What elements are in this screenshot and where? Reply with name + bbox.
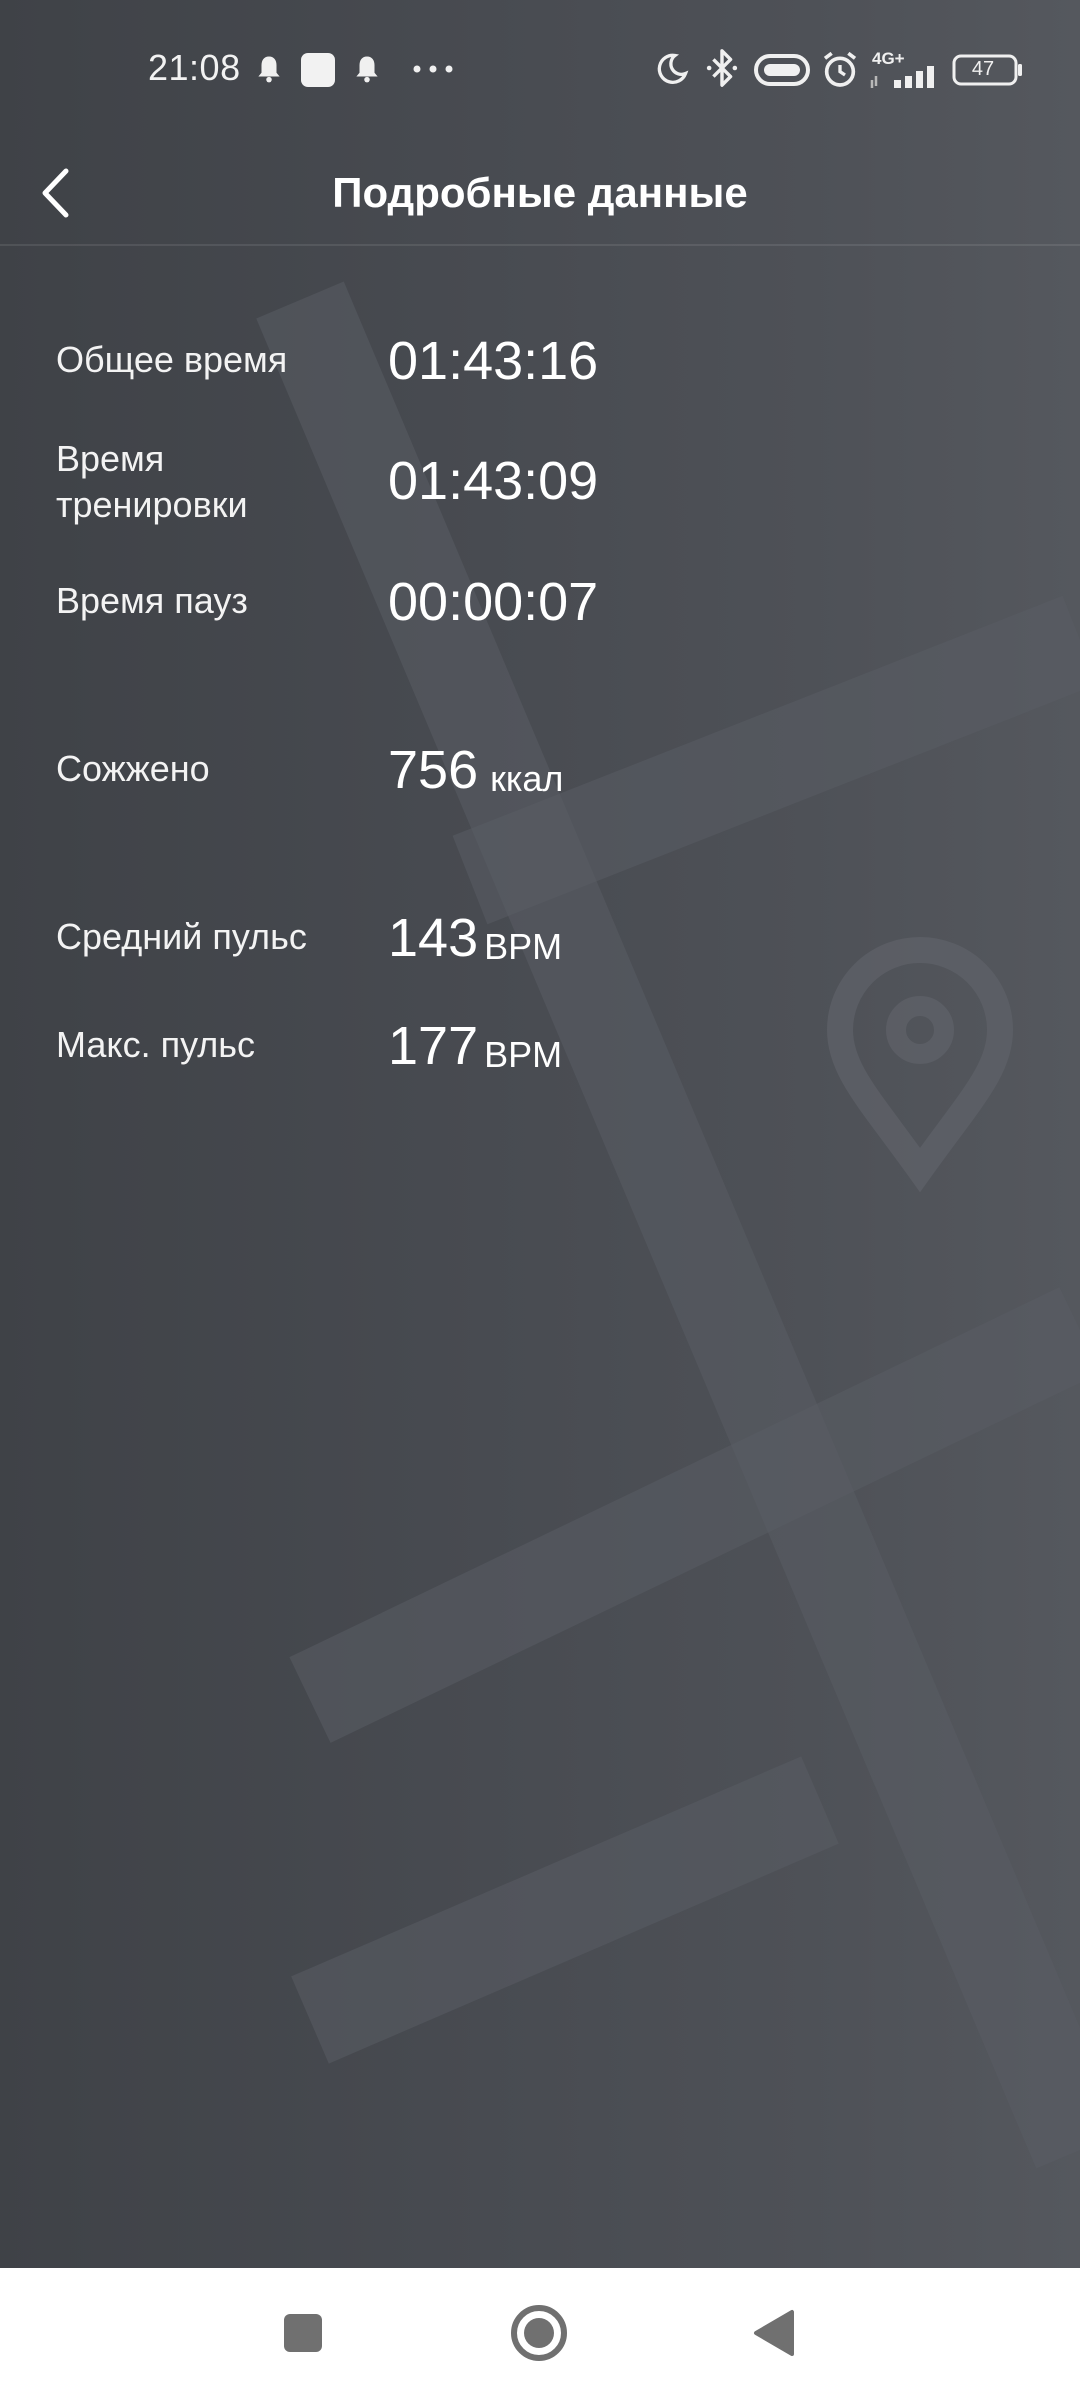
navigation-bar <box>0 2268 1080 2400</box>
home-icon <box>511 2305 567 2361</box>
avg-pulse-value: 143 <box>388 908 479 968</box>
max-pulse-value: 177 <box>388 1016 479 1076</box>
max-pulse-unit: BPM <box>484 1034 563 1075</box>
calories-unit: ккал <box>490 758 564 799</box>
max-pulse-value-row: 177 BPM <box>388 1016 562 1085</box>
location-pin-icon <box>826 937 1014 1193</box>
alarm-icon <box>820 50 860 90</box>
battery-level: 47 <box>971 58 995 80</box>
back-triangle-icon <box>754 2310 794 2356</box>
total-time-label: Общее время <box>56 339 288 380</box>
notification-bell-icon <box>352 54 382 84</box>
workout-time-value: 01:43:09 <box>388 451 599 511</box>
calories-label: Сожжено <box>56 748 210 789</box>
recent-apps-icon <box>284 2314 322 2352</box>
max-pulse-label: Макс. пульс <box>56 1024 256 1065</box>
notification-bell-icon <box>254 54 284 84</box>
total-time-value: 01:43:16 <box>388 331 599 391</box>
status-time: 21:08 <box>148 47 241 88</box>
avg-pulse-unit: BPM <box>484 926 563 967</box>
pause-time-value: 00:00:07 <box>388 572 599 632</box>
app-header: Подробные данные <box>0 140 1080 246</box>
workout-time-label: Время тренировки <box>56 438 248 525</box>
do-not-disturb-moon-icon <box>654 50 690 88</box>
bluetooth-icon <box>704 48 740 88</box>
recent-apps-button[interactable] <box>259 2290 347 2378</box>
pause-time-label: Время пауз <box>56 580 248 621</box>
status-bar: 21:08 4G+ 47 <box>0 0 1080 140</box>
more-notifications-icon <box>412 64 454 74</box>
signal-icon <box>870 66 942 88</box>
avg-pulse-label: Средний пульс <box>56 916 307 957</box>
calories-value-row: 756 ккал <box>388 740 563 809</box>
vibrate-icon <box>752 52 812 88</box>
calories-value: 756 <box>388 740 479 800</box>
page-title: Подробные данные <box>332 169 748 216</box>
avg-pulse-value-row: 143 BPM <box>388 908 562 977</box>
home-button[interactable] <box>495 2290 583 2378</box>
app-notification-icon <box>300 52 336 88</box>
nav-back-button[interactable] <box>731 2290 819 2378</box>
